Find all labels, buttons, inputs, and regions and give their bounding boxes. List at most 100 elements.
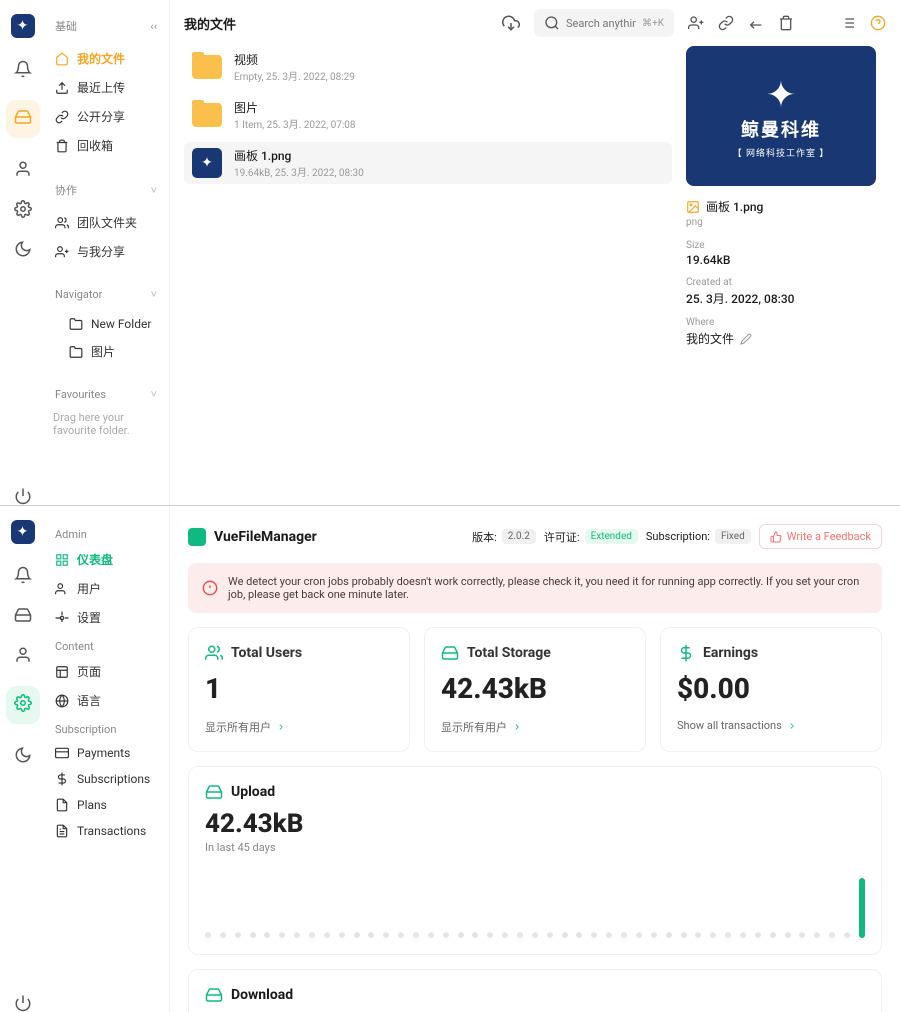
chevron-down-icon[interactable]: ˅	[151, 184, 157, 197]
sidebar-item-dashboard[interactable]: 仪表盘	[51, 545, 161, 574]
feedback-button[interactable]: Write a Feedback	[759, 524, 882, 549]
sidebar-item-newfolder[interactable]: New Folder	[65, 311, 161, 337]
sidebar-item-label: 图片	[91, 343, 115, 360]
drive-icon	[441, 644, 459, 662]
sidebar-item-settings[interactable]: 设置	[51, 603, 161, 632]
users-icon	[55, 582, 69, 596]
admin-header: VueFileManager 版本: 2.0.2 许可证: Extended S…	[188, 524, 882, 549]
details-size-label: Size	[686, 240, 886, 251]
bell-icon[interactable]	[14, 60, 32, 78]
sidebar-item-label: 语言	[77, 692, 101, 709]
user-icon[interactable]	[14, 160, 32, 178]
file-icon	[55, 798, 69, 812]
sidebar: 基础 ‹‹ 我的文件 最近上传 公开分享 回收箱 协作 ˅	[45, 0, 169, 505]
sidebar-item-label: 我的文件	[77, 50, 125, 67]
file-row-image[interactable]: ✦ 画板 1.png 19.64kB, 25. 3月. 2022, 08:30	[184, 142, 672, 184]
file-text-icon	[55, 824, 69, 838]
show-all-transactions-link[interactable]: Show all transactions	[677, 719, 865, 732]
sidebar-section-collab: 协作 ˅	[51, 178, 161, 202]
app-logo: ✦	[11, 14, 35, 38]
file-preview: ✦ 鲸曼科维 【 网络科技工作室 】	[686, 46, 876, 186]
drive-icon[interactable]	[14, 108, 32, 126]
search-input[interactable]: ⌘+K	[534, 9, 674, 37]
home-icon	[55, 52, 69, 66]
file-sub: 19.64kB, 25. 3月. 2022, 08:30	[234, 164, 364, 179]
search-icon	[544, 15, 560, 31]
sidebar-item-plans[interactable]: Plans	[51, 792, 161, 818]
search-shortcut: ⌘+K	[642, 18, 664, 29]
link-icon[interactable]	[718, 15, 734, 31]
settings-icon[interactable]	[14, 200, 32, 218]
show-all-users-link[interactable]: 显示所有用户	[205, 719, 393, 735]
layout-icon	[55, 665, 69, 679]
sidebar-item-subscriptions[interactable]: Subscriptions	[51, 766, 161, 792]
sidebar-item-trash[interactable]: 回收箱	[51, 131, 161, 160]
sidebar-item-language[interactable]: 语言	[51, 686, 161, 715]
card-icon	[55, 746, 69, 760]
sidebar-item-label: 设置	[77, 609, 101, 626]
sidebar-item-users[interactable]: 用户	[51, 574, 161, 603]
user-plus-icon[interactable]	[688, 15, 704, 31]
chevron-right-icon	[787, 721, 797, 731]
app-logo: ✦	[11, 520, 35, 544]
sidebar-item-transactions[interactable]: Transactions	[51, 818, 161, 844]
moon-icon[interactable]	[14, 746, 32, 764]
upload-panel: Upload 42.43kB In last 45 days	[188, 766, 882, 955]
sidebar-item-my-files[interactable]: 我的文件	[51, 44, 161, 73]
topbar: 我的文件 ⌘+K	[170, 0, 900, 46]
chevron-right-icon	[276, 722, 286, 732]
sidebar-item-public[interactable]: 公开分享	[51, 102, 161, 131]
brand-logo	[188, 528, 206, 546]
details-filetype: png	[686, 217, 886, 228]
settings-icon[interactable]	[14, 694, 32, 712]
license-info: 许可证: Extended	[544, 529, 638, 545]
folder-icon	[69, 345, 83, 359]
sidebar-item-team[interactable]: 团队文件夹	[51, 208, 161, 237]
sidebar-item-pages[interactable]: 页面	[51, 657, 161, 686]
show-all-storage-link[interactable]: 显示所有用户	[441, 719, 629, 735]
sidebar-item-shared[interactable]: 与我分享	[51, 237, 161, 266]
sidebar-item-recent[interactable]: 最近上传	[51, 73, 161, 102]
subscription-info: Subscription: Fixed	[646, 529, 751, 544]
search-field[interactable]	[566, 17, 636, 30]
bell-icon[interactable]	[14, 566, 32, 584]
move-icon[interactable]	[748, 15, 764, 31]
user-icon[interactable]	[14, 646, 32, 664]
panel-title: Upload	[231, 784, 275, 800]
chevron-down-icon[interactable]: ˅	[151, 388, 157, 401]
chevron-down-icon[interactable]: ˅	[151, 288, 157, 301]
sidebar-section-navigator: Navigator ˅	[51, 284, 161, 305]
trash-icon	[55, 139, 69, 153]
help-icon[interactable]	[870, 15, 886, 31]
file-row-folder[interactable]: 图片 1 Item, 25. 3月. 2022, 07:08	[184, 94, 672, 136]
list-view-icon[interactable]	[840, 15, 856, 31]
sidebar-item-label: 用户	[77, 580, 101, 597]
file-name: 视频	[234, 51, 355, 68]
link-icon	[55, 110, 69, 124]
moon-icon[interactable]	[14, 240, 32, 258]
thumbs-up-icon	[770, 531, 782, 543]
card-title: Earnings	[703, 645, 758, 661]
upload-chart	[205, 878, 865, 938]
trash-icon[interactable]	[778, 15, 794, 31]
details-where-label: Where	[686, 317, 886, 328]
cloud-download-icon[interactable]	[502, 14, 520, 32]
file-row-folder[interactable]: 视频 Empty, 25. 3月. 2022, 08:29	[184, 46, 672, 88]
drive-icon[interactable]	[14, 606, 32, 624]
power-icon[interactable]	[14, 487, 32, 505]
sidebar-section-basic: 基础 ‹‹	[51, 14, 161, 38]
file-sub: Empty, 25. 3月. 2022, 08:29	[234, 68, 355, 83]
users-icon	[55, 216, 69, 230]
users-icon	[205, 644, 223, 662]
storage-card: Total Storage 42.43kB 显示所有用户	[424, 627, 646, 752]
details-panel: ✦ 鲸曼科维 【 网络科技工作室 】 画板 1.png png Size 19.…	[686, 46, 886, 491]
sidebar-item-pictures[interactable]: 图片	[65, 337, 161, 366]
alert-icon	[202, 580, 218, 596]
power-icon[interactable]	[14, 994, 32, 1012]
details-filename: 画板 1.png	[706, 198, 763, 215]
edit-icon[interactable]	[740, 333, 752, 345]
user-plus-icon	[55, 245, 69, 259]
sidebar-item-payments[interactable]: Payments	[51, 740, 161, 766]
file-sub: 1 Item, 25. 3月. 2022, 07:08	[234, 116, 356, 131]
collapse-sidebar-icon[interactable]: ‹‹	[150, 20, 157, 33]
